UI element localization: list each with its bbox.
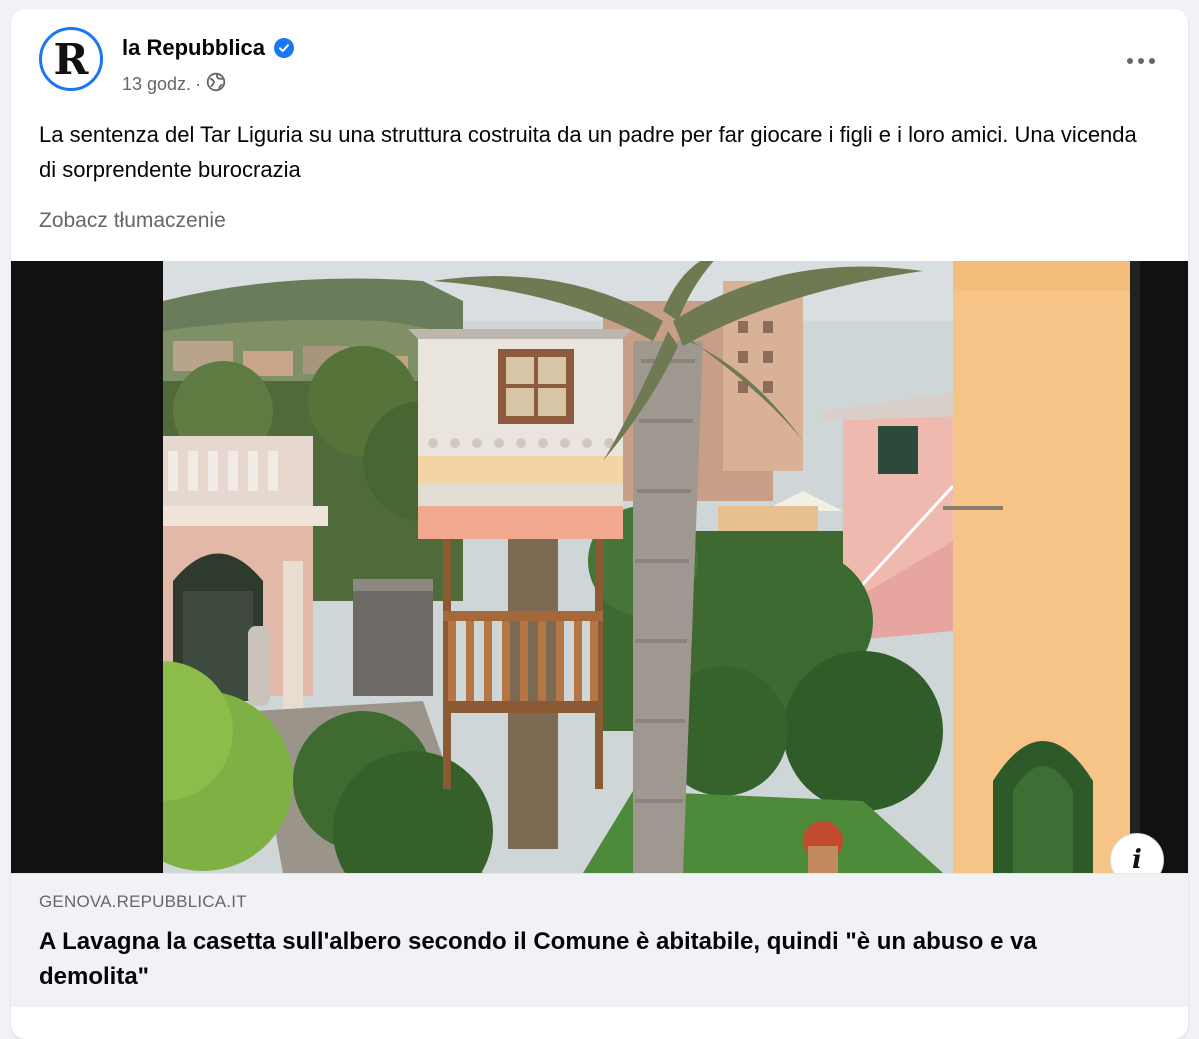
post-card: R la Repubblica 13 godz. · La sentenza d… <box>11 9 1188 1039</box>
verified-badge-icon <box>274 38 295 58</box>
more-options-icon <box>1127 58 1155 64</box>
link-title[interactable]: A Lavagna la casetta sull'albero secondo… <box>39 924 1149 994</box>
link-domain: GENOVA.REPUBBLICA.IT <box>39 892 247 911</box>
link-preview-image[interactable]: i <box>11 261 1188 873</box>
post-timestamp[interactable]: 13 godz. <box>122 74 191 95</box>
meta-separator: · <box>195 74 202 94</box>
post-text: La sentenza del Tar Liguria su una strut… <box>39 122 1137 182</box>
treehouse-photo <box>163 261 1140 873</box>
link-preview-footer[interactable]: GENOVA.REPUBBLICA.IT A Lavagna la casett… <box>11 873 1188 1007</box>
page-avatar[interactable]: R <box>39 27 103 91</box>
page-name[interactable]: la Repubblica <box>122 35 265 61</box>
more-options-button[interactable] <box>1121 49 1161 73</box>
avatar-logo-letter: R <box>53 35 89 84</box>
post-header: R la Repubblica 13 godz. · <box>39 27 1169 97</box>
page-name-link[interactable]: la Repubblica <box>122 35 295 61</box>
info-icon: i <box>1132 845 1142 873</box>
info-button[interactable]: i <box>1110 833 1164 873</box>
globe-icon <box>206 72 226 97</box>
see-translation-link[interactable]: Zobacz tłumaczenie <box>39 209 226 233</box>
post-meta: 13 godz. · <box>122 72 226 97</box>
